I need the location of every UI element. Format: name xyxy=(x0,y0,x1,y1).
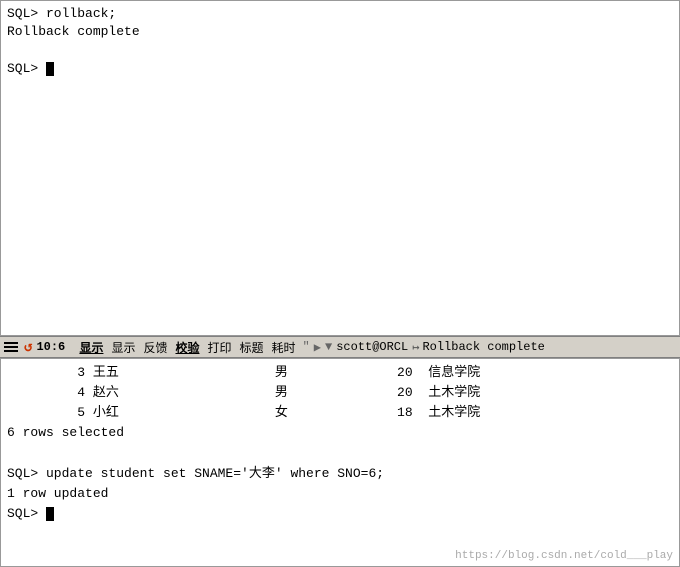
top-sql-prompt: SQL> xyxy=(7,61,46,76)
status-btn-print[interactable]: 打印 xyxy=(205,339,235,356)
separator-quote: " xyxy=(303,340,310,354)
status-btn-title[interactable]: 标题 xyxy=(237,339,267,356)
status-bar: ↺ 10:6 显示 显示 反馈 校验 打印 标题 耗时 " ▶ ▼ scott@… xyxy=(0,336,680,358)
separator-dropdown: ▼ xyxy=(325,340,332,354)
bottom-terminal: 3 王五 男 20 信息学院 4 赵六 男 20 土木学院 5 小红 女 18 … xyxy=(0,358,680,567)
status-buttons: 显示 显示 反馈 校验 打印 标题 耗时 xyxy=(76,339,298,356)
status-rollback: ↦ Rollback complete xyxy=(412,340,545,355)
refresh-icon: ↺ xyxy=(24,339,32,356)
status-btn-timing[interactable]: 耗时 xyxy=(269,339,299,356)
separator-play: ▶ xyxy=(314,340,321,355)
status-btn-display1[interactable]: 显示 xyxy=(76,339,106,356)
status-btn-feedback[interactable]: 反馈 xyxy=(140,339,170,356)
hamburger-icon[interactable] xyxy=(4,340,20,354)
bottom-terminal-content: 3 王五 男 20 信息学院 4 赵六 男 20 土木学院 5 小红 女 18 … xyxy=(7,363,673,524)
rollback-text: Rollback complete xyxy=(422,340,544,354)
pin-icon: ↦ xyxy=(412,340,419,355)
cursor-position: 10:6 xyxy=(36,340,72,354)
status-bar-left: ↺ 10:6 显示 显示 反馈 校验 打印 标题 耗时 " ▶ ▼ scott@… xyxy=(4,339,545,356)
top-terminal-content: SQL> rollback; Rollback complete SQL> xyxy=(7,5,673,78)
bottom-sql-prompt: SQL> xyxy=(7,506,46,521)
status-user: scott@ORCL xyxy=(336,340,408,354)
watermark: https://blog.csdn.net/cold___play xyxy=(455,550,673,562)
top-terminal: SQL> rollback; Rollback complete SQL> xyxy=(0,0,680,336)
status-btn-display2[interactable]: 显示 xyxy=(108,339,138,356)
status-btn-check[interactable]: 校验 xyxy=(172,339,202,356)
